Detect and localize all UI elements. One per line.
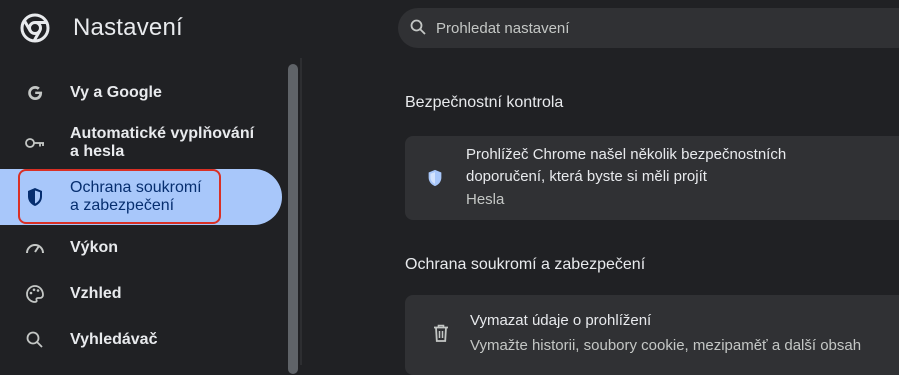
safety-check-message: Prohlížeč Chrome našel několik bezpečnos… (466, 146, 787, 185)
search-icon (410, 19, 426, 35)
sidebar-item-label: Automatické vyplňování a hesla (70, 125, 255, 160)
page-title: Nastavení (73, 14, 183, 41)
sidebar-item-performance[interactable]: Výkon (0, 228, 282, 268)
search-placeholder: Prohledat nastavení (436, 20, 570, 37)
google-icon (28, 86, 43, 100)
sidebar-item-you-and-google[interactable]: Vy a Google (0, 72, 282, 112)
clear-data-subtitle: Vymažte historii, soubory cookie, mezipa… (470, 337, 862, 354)
palette-icon (26, 285, 44, 303)
clear-browsing-data-item[interactable]: Vymazat údaje o prohlížení Vymažte histo… (405, 295, 899, 375)
sidebar-item-label: Výkon (70, 239, 119, 256)
shield-icon (428, 169, 442, 187)
search-icon (26, 331, 43, 348)
chrome-logo-icon (20, 13, 50, 43)
safety-check-card[interactable]: Prohlížeč Chrome našel několik bezpečnos… (405, 136, 899, 220)
trash-icon (434, 324, 448, 342)
search-input[interactable]: Prohledat nastavení (398, 8, 899, 48)
speedometer-icon (26, 244, 44, 254)
key-icon (25, 138, 44, 148)
sidebar-item-label: Vzhled (70, 285, 122, 302)
sidebar-item-autofill[interactable]: Automatické vyplňování a hesla (0, 120, 282, 166)
sidebar-item-search-engine[interactable]: Vyhledávač (0, 320, 282, 360)
highlight-box (18, 169, 221, 224)
main-content: Bezpečnostní kontrola Prohlížeč Chrome n… (302, 58, 899, 375)
clear-data-title: Vymazat údaje o prohlížení (470, 312, 652, 329)
sidebar-scrollbar[interactable] (288, 64, 298, 374)
sidebar-item-appearance[interactable]: Vzhled (0, 274, 282, 314)
header: Nastavení Prohledat nastavení (0, 0, 899, 58)
section-title-safety-check: Bezpečnostní kontrola (405, 94, 564, 111)
safety-check-subtitle: Hesla (466, 191, 505, 208)
sidebar-item-label: Vyhledávač (70, 331, 158, 348)
sidebar: Vy a Google Automatické vyplňování a hes… (0, 58, 302, 374)
section-title-privacy: Ochrana soukromí a zabezpečení (405, 256, 646, 273)
sidebar-item-label: Vy a Google (70, 84, 162, 101)
